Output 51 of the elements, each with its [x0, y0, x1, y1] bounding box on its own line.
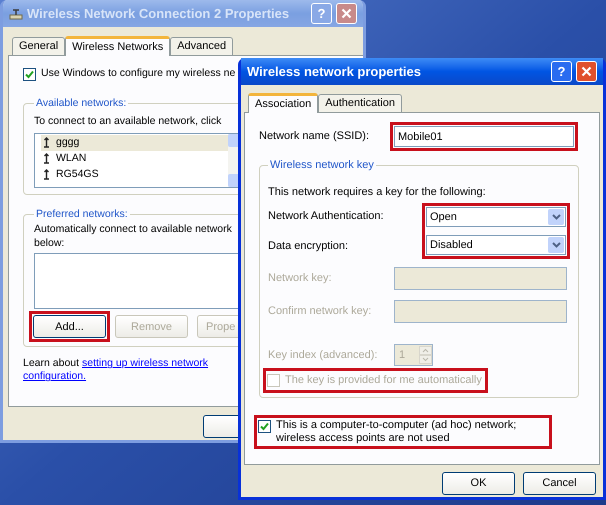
- tab[interactable]: Association: [248, 93, 318, 113]
- list-item[interactable]: WLAN: [41, 150, 228, 166]
- push-button[interactable]: Cancel: [523, 472, 596, 495]
- field-label: Network name (SSID):: [259, 129, 370, 144]
- push-button[interactable]: Add...: [33, 315, 106, 338]
- antenna-icon: [43, 169, 50, 180]
- tab[interactable]: General: [12, 37, 66, 55]
- help-link[interactable]: setting up wireless network: [82, 357, 208, 370]
- close-button[interactable]: [576, 61, 597, 82]
- hint-text: Automatically connect to available network: [34, 222, 232, 236]
- hint-text: below:: [34, 236, 64, 250]
- checkbox-label: This is a computer-to-computer (ad hoc) network; wireless access points are not used: [276, 418, 518, 444]
- group-title: Wireless network key: [269, 158, 375, 173]
- field-label: Confirm network key:: [268, 304, 372, 320]
- hint-text: To connect to an available network, click: [34, 114, 222, 129]
- window-title: Wireless Network Connection 2 Properties: [27, 4, 290, 23]
- close-icon: [581, 66, 592, 77]
- ssid-field[interactable]: Mobile01: [394, 126, 574, 147]
- checkbox-label: The key is provided for me automatically: [285, 373, 482, 388]
- list-item[interactable]: RG54GS: [41, 166, 228, 182]
- close-icon: [341, 8, 352, 19]
- chevron-down-icon: [552, 214, 560, 220]
- spinner-arrows-icon: [419, 346, 432, 364]
- checkbox[interactable]: [23, 68, 36, 80]
- antenna-icon: [43, 153, 50, 164]
- field-label: Key index (advanced):: [268, 348, 378, 363]
- help-text: Learn about setting up wireless network configuration.: [23, 357, 208, 384]
- window-title: Wireless network properties: [247, 62, 422, 81]
- help-button[interactable]: ?: [551, 61, 572, 82]
- tab[interactable]: Authentication: [318, 94, 402, 112]
- group-title: Available networks:: [35, 96, 128, 111]
- field-label: Network key:: [268, 271, 333, 286]
- intro-text: This network requires a key for the following:: [268, 184, 487, 200]
- field-label: Data encryption:: [268, 238, 350, 254]
- field-label: Network Authentication:: [268, 209, 385, 224]
- tab[interactable]: Wireless Networks: [65, 36, 170, 56]
- checkmark-icon: [25, 70, 34, 78]
- group-title: Preferred networks:: [35, 206, 129, 222]
- chevron-down-icon: [552, 242, 560, 248]
- tab[interactable]: Advanced: [170, 37, 234, 55]
- checkbox-label: Use Windows to configure my wireless ne: [41, 66, 236, 82]
- push-button[interactable]: OK: [442, 472, 515, 495]
- checkbox[interactable]: [258, 420, 271, 432]
- checkmark-icon: [260, 422, 269, 430]
- antenna-icon: [43, 137, 50, 148]
- network-icon: [9, 6, 23, 20]
- dropdown[interactable]: Open: [426, 207, 566, 227]
- dropdown[interactable]: Disabled: [426, 235, 566, 255]
- close-button[interactable]: [336, 3, 357, 24]
- list-item[interactable]: gggg: [41, 134, 228, 150]
- help-link[interactable]: configuration.: [23, 370, 86, 382]
